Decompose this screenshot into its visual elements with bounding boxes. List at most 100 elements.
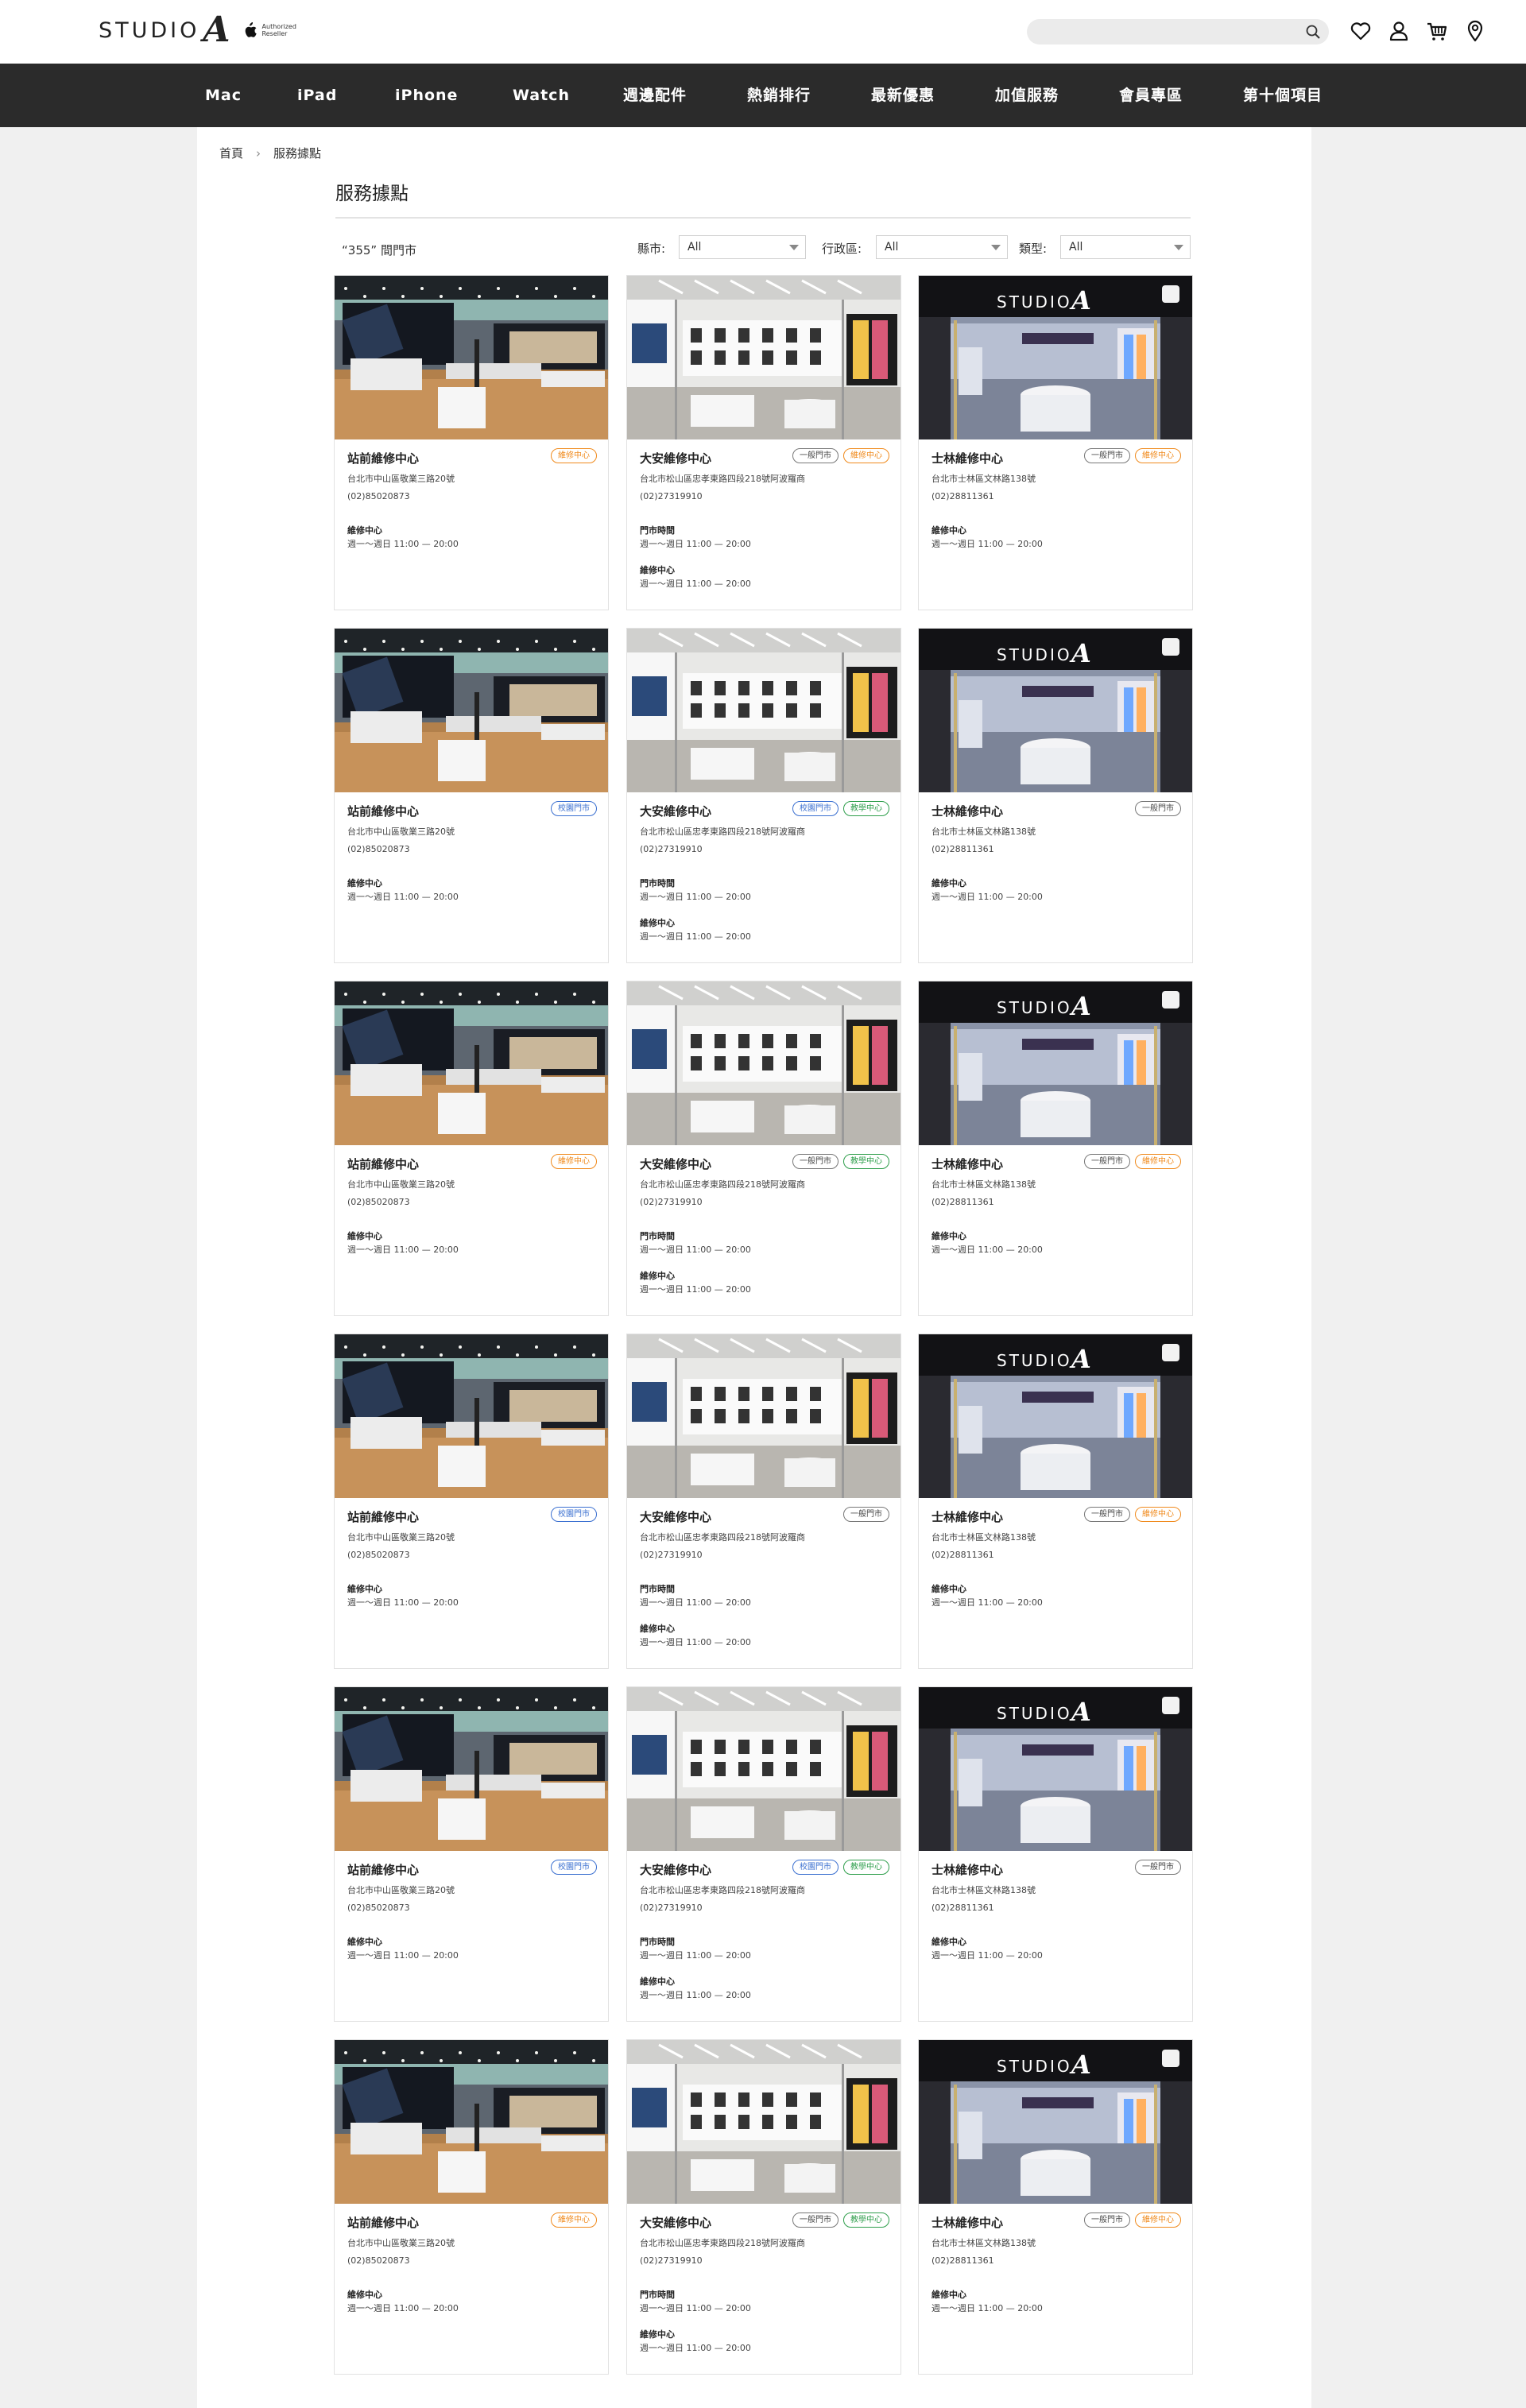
store-photo xyxy=(335,2040,608,2204)
store-phone[interactable]: (02)85020873 xyxy=(347,491,410,501)
store-card[interactable]: STUDIO A 士林維修中心 一般門市 台北市士林區文林路138號 (02)2881… xyxy=(918,1686,1193,2022)
store-image[interactable]: STUDIO A xyxy=(919,276,1192,439)
store-phone[interactable]: (02)27319910 xyxy=(640,2255,703,2266)
store-name[interactable]: 站前維修中心 xyxy=(347,450,419,467)
store-name[interactable]: 站前維修中心 xyxy=(347,2214,419,2231)
nav-item-bestsellers[interactable]: 熱銷排行 xyxy=(747,64,811,127)
store-image[interactable] xyxy=(335,1687,608,1851)
store-image[interactable] xyxy=(335,2040,608,2204)
store-image[interactable] xyxy=(627,2040,900,2204)
store-image[interactable]: STUDIO A xyxy=(919,1334,1192,1498)
nav-item-services[interactable]: 加值服務 xyxy=(995,64,1059,127)
store-card[interactable]: 站前維修中心 維修中心 台北市中山區敬業三路20號 (02)85020873 維修中心週… xyxy=(334,275,609,610)
store-image[interactable] xyxy=(335,981,608,1145)
nav-item-mac[interactable]: Mac xyxy=(205,64,242,127)
store-card[interactable]: 大安維修中心 校園門市 教學中心 台北市松山區忠孝東路四段218號阿波羅商 (02)27… xyxy=(626,628,901,963)
store-name[interactable]: 大安維修中心 xyxy=(640,450,711,467)
store-image[interactable] xyxy=(627,981,900,1145)
store-phone[interactable]: (02)85020873 xyxy=(347,1550,410,1560)
store-card[interactable]: 大安維修中心 一般門市 台北市松山區忠孝東路四段218號阿波羅商 (02)273199… xyxy=(626,1334,901,1669)
store-type-badge: 維修中心 xyxy=(551,448,597,463)
store-card[interactable]: STUDIO A 士林維修中心 一般門市 維修中心 台北市士林區文林路138號 (02)… xyxy=(918,1334,1193,1669)
store-card[interactable]: STUDIO A 士林維修中心 一般門市 維修中心 台北市士林區文林路138號 (02)… xyxy=(918,981,1193,1316)
store-name[interactable]: 大安維修中心 xyxy=(640,803,711,819)
hours-time: 週一～週日 11:00 — 20:00 xyxy=(931,892,1043,902)
store-card[interactable]: 大安維修中心 一般門市 維修中心 台北市松山區忠孝東路四段218號阿波羅商 (02)27… xyxy=(626,275,901,610)
store-photo: STUDIO A xyxy=(919,276,1192,439)
store-name[interactable]: 士林維修中心 xyxy=(931,450,1003,467)
store-card[interactable]: 站前維修中心 維修中心 台北市中山區敬業三路20號 (02)85020873 維修中心週… xyxy=(334,2039,609,2375)
nav-item-tenth[interactable]: 第十個項目 xyxy=(1243,64,1323,127)
store-name[interactable]: 大安維修中心 xyxy=(640,1156,711,1172)
store-name[interactable]: 大安維修中心 xyxy=(640,2214,711,2231)
store-image[interactable]: STUDIO A xyxy=(919,2040,1192,2204)
nav-item-iphone[interactable]: iPhone xyxy=(395,64,458,127)
search-icon[interactable] xyxy=(1305,24,1321,40)
city-select[interactable]: All xyxy=(679,235,806,259)
store-name[interactable]: 士林維修中心 xyxy=(931,2214,1003,2231)
nav-item-offers[interactable]: 最新優惠 xyxy=(871,64,935,127)
store-card[interactable]: 站前維修中心 校園門市 台北市中山區敬業三路20號 (02)85020873 維修中心週… xyxy=(334,1686,609,2022)
studio-a-logo[interactable]: STUDIO A Authorized Reseller xyxy=(99,13,302,48)
store-phone[interactable]: (02)27319910 xyxy=(640,491,703,501)
store-phone[interactable]: (02)85020873 xyxy=(347,2255,410,2266)
store-phone[interactable]: (02)28811361 xyxy=(931,844,994,854)
store-name[interactable]: 士林維修中心 xyxy=(931,1861,1003,1878)
apple-icon xyxy=(245,22,257,37)
store-image[interactable]: STUDIO A xyxy=(919,1687,1192,1851)
breadcrumb-home[interactable]: 首頁 xyxy=(219,145,243,161)
store-name[interactable]: 大安維修中心 xyxy=(640,1508,711,1525)
nav-item-accessories[interactable]: 週邊配件 xyxy=(623,64,687,127)
hours-label: 維修中心 xyxy=(347,878,382,888)
store-image[interactable] xyxy=(627,1334,900,1498)
store-image[interactable] xyxy=(335,1334,608,1498)
store-card[interactable]: 站前維修中心 校園門市 台北市中山區敬業三路20號 (02)85020873 維修中心週… xyxy=(334,628,609,963)
location-pin-icon[interactable] xyxy=(1463,19,1487,43)
store-name[interactable]: 站前維修中心 xyxy=(347,1156,419,1172)
store-name[interactable]: 士林維修中心 xyxy=(931,803,1003,819)
store-card[interactable]: 大安維修中心 一般門市 教學中心 台北市松山區忠孝東路四段218號阿波羅商 (02)27… xyxy=(626,2039,901,2375)
store-phone[interactable]: (02)27319910 xyxy=(640,1197,703,1207)
store-phone[interactable]: (02)28811361 xyxy=(931,1197,994,1207)
store-card[interactable]: 大安維修中心 一般門市 教學中心 台北市松山區忠孝東路四段218號阿波羅商 (02)27… xyxy=(626,981,901,1316)
store-card[interactable]: STUDIO A 士林維修中心 一般門市 維修中心 台北市士林區文林路138號 (02)… xyxy=(918,2039,1193,2375)
store-card[interactable]: STUDIO A 士林維修中心 一般門市 台北市士林區文林路138號 (02)2881… xyxy=(918,628,1193,963)
store-card[interactable]: 站前維修中心 校園門市 台北市中山區敬業三路20號 (02)85020873 維修中心週… xyxy=(334,1334,609,1669)
nav-item-watch[interactable]: Watch xyxy=(513,64,570,127)
store-phone[interactable]: (02)27319910 xyxy=(640,1550,703,1560)
store-image[interactable] xyxy=(627,629,900,792)
store-card[interactable]: STUDIO A 士林維修中心 一般門市 維修中心 台北市士林區文林路138號 (02)… xyxy=(918,275,1193,610)
store-image[interactable]: STUDIO A xyxy=(919,629,1192,792)
heart-icon[interactable] xyxy=(1349,19,1373,43)
store-phone[interactable]: (02)85020873 xyxy=(347,1903,410,1913)
store-phone[interactable]: (02)27319910 xyxy=(640,844,703,854)
store-phone[interactable]: (02)85020873 xyxy=(347,844,410,854)
store-phone[interactable]: (02)27319910 xyxy=(640,1903,703,1913)
store-name[interactable]: 士林維修中心 xyxy=(931,1156,1003,1172)
store-photo: STUDIO A xyxy=(919,2040,1192,2204)
store-name[interactable]: 站前維修中心 xyxy=(347,803,419,819)
store-image[interactable] xyxy=(627,1687,900,1851)
district-select[interactable]: All xyxy=(876,235,1008,259)
store-card[interactable]: 大安維修中心 校園門市 教學中心 台北市松山區忠孝東路四段218號阿波羅商 (02)27… xyxy=(626,1686,901,2022)
cart-icon[interactable] xyxy=(1425,19,1449,43)
store-card[interactable]: 站前維修中心 維修中心 台北市中山區敬業三路20號 (02)85020873 維修中心週… xyxy=(334,981,609,1316)
user-icon[interactable] xyxy=(1387,19,1411,43)
store-phone[interactable]: (02)28811361 xyxy=(931,2255,994,2266)
store-phone[interactable]: (02)85020873 xyxy=(347,1197,410,1207)
store-image[interactable] xyxy=(335,629,608,792)
store-image[interactable] xyxy=(627,276,900,439)
store-name[interactable]: 大安維修中心 xyxy=(640,1861,711,1878)
store-name[interactable]: 士林維修中心 xyxy=(931,1508,1003,1525)
store-phone[interactable]: (02)28811361 xyxy=(931,491,994,501)
type-select[interactable]: All xyxy=(1060,235,1191,259)
store-name[interactable]: 站前維修中心 xyxy=(347,1861,419,1878)
nav-item-members[interactable]: 會員專區 xyxy=(1119,64,1183,127)
search-input[interactable] xyxy=(1027,19,1329,45)
store-image[interactable]: STUDIO A xyxy=(919,981,1192,1145)
nav-item-ipad[interactable]: iPad xyxy=(297,64,337,127)
store-phone[interactable]: (02)28811361 xyxy=(931,1550,994,1560)
store-name[interactable]: 站前維修中心 xyxy=(347,1508,419,1525)
store-image[interactable] xyxy=(335,276,608,439)
store-phone[interactable]: (02)28811361 xyxy=(931,1903,994,1913)
